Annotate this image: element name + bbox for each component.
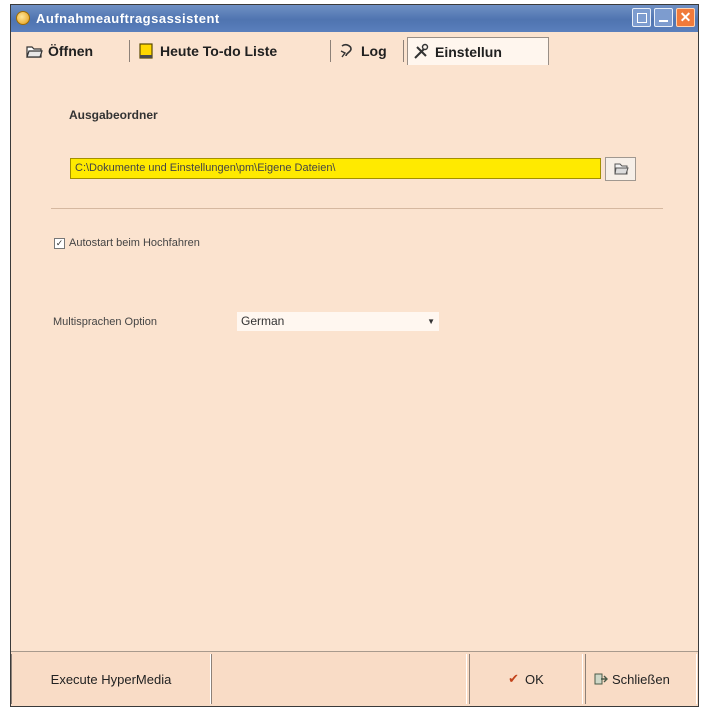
- app-window: Aufnahmeauftragsassistent ✕ Öffnen Heute…: [10, 4, 699, 707]
- minimize-button[interactable]: [654, 8, 673, 27]
- tab-log-label: Log: [361, 43, 387, 59]
- tab-open[interactable]: Öffnen: [21, 37, 97, 65]
- toolbar-spacer: [211, 654, 467, 704]
- tab-bar: Öffnen Heute To-do Liste Log Einstellun: [19, 37, 690, 65]
- close-label: Schließen: [612, 671, 670, 687]
- ok-label: OK: [525, 671, 544, 687]
- tab-open-label: Öffnen: [48, 43, 94, 59]
- chevron-down-icon: ▼: [427, 317, 435, 326]
- tab-settings-label: Einstellun: [435, 43, 502, 60]
- title-bar[interactable]: Aufnahmeauftragsassistent ✕: [11, 5, 698, 32]
- log-icon: [338, 42, 356, 60]
- output-folder-heading: Ausgabeordner: [69, 108, 158, 122]
- open-folder-icon: [25, 42, 43, 60]
- window-title: Aufnahmeauftragsassistent: [36, 11, 220, 26]
- language-select[interactable]: German ▼: [237, 312, 439, 331]
- checkmark-icon: ✔: [508, 671, 520, 686]
- tab-separator: [129, 40, 130, 62]
- tab-today-todo[interactable]: Heute To-do Liste: [133, 37, 281, 65]
- restore-button[interactable]: [632, 8, 651, 27]
- browse-folder-icon: [614, 163, 629, 175]
- autostart-checkbox[interactable]: ✓: [54, 237, 65, 249]
- close-door-icon: [594, 672, 608, 686]
- tab-today-todo-label: Heute To-do Liste: [160, 43, 278, 59]
- execute-hypermedia-label: Execute HyperMedia: [50, 671, 172, 687]
- app-icon: [16, 11, 30, 25]
- bottom-toolbar: Execute HyperMedia ✔ OK Schließen: [11, 651, 698, 706]
- close-button[interactable]: Schließen: [585, 654, 697, 704]
- tab-separator: [403, 40, 404, 62]
- tab-separator: [330, 40, 331, 62]
- language-select-value: German: [241, 314, 285, 328]
- tools-icon: [412, 43, 430, 61]
- section-divider: [51, 208, 663, 209]
- tab-settings[interactable]: Einstellun: [407, 37, 549, 65]
- output-folder-input[interactable]: C:\Dokumente und Einstellungen\pm\Eigene…: [70, 158, 601, 179]
- autostart-option[interactable]: ✓ Autostart beim Hochfahren: [54, 237, 200, 249]
- tab-log[interactable]: Log: [334, 37, 391, 65]
- close-window-button[interactable]: ✕: [676, 8, 695, 27]
- browse-folder-button[interactable]: [605, 157, 636, 181]
- language-option-label: Multisprachen Option: [53, 316, 157, 328]
- autostart-label: Autostart beim Hochfahren: [69, 237, 200, 249]
- ok-button[interactable]: ✔ OK: [469, 654, 583, 704]
- execute-hypermedia-button[interactable]: Execute HyperMedia: [11, 654, 211, 704]
- notepad-icon: [137, 42, 155, 60]
